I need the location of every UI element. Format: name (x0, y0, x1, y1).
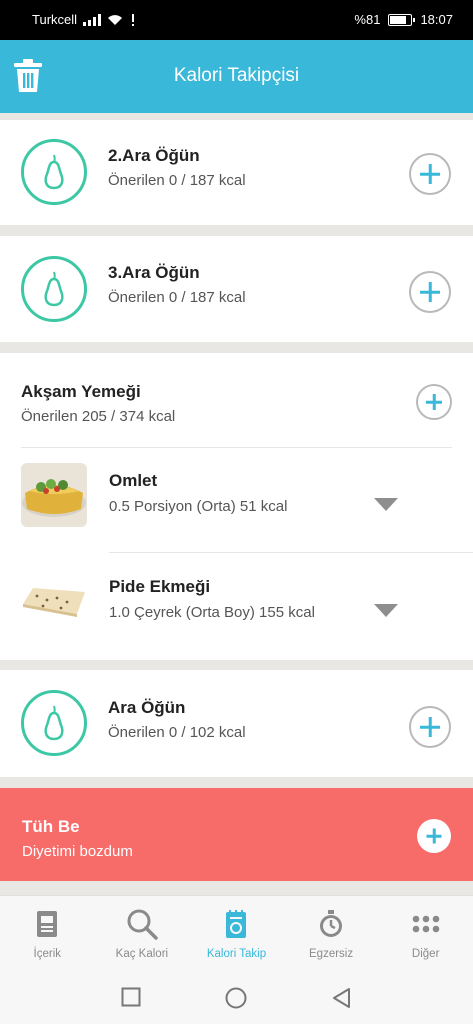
pear-icon (21, 139, 87, 205)
meal-calories: Önerilen 0 / 187 kcal (108, 172, 246, 189)
wifi-icon (108, 14, 123, 25)
signal-icon (83, 13, 102, 26)
bottom-navigation: İçerik Kaç Kalori Kalori Takip Egzersiz (0, 895, 473, 971)
meal-title: Ara Öğün (108, 698, 186, 717)
carrier-label: Turkcell (32, 12, 78, 27)
meal-card-snack-2[interactable]: 2.Ara Öğün Önerilen 0 / 187 kcal (0, 120, 473, 225)
status-bar: Turkcell %81 18:07 (0, 0, 473, 40)
meal-title: Akşam Yemeği (21, 382, 141, 401)
diet-broken-card[interactable]: Tüh Be Diyetimi bozdum (0, 788, 473, 881)
chevron-down-icon[interactable] (374, 604, 398, 617)
nav-item-more[interactable]: Diğer (378, 896, 473, 971)
food-name: Pide Ekmeği (109, 577, 211, 596)
app-header: Kalori Takipçisi (0, 40, 473, 113)
pita-bread-photo (21, 568, 87, 632)
content-icon (37, 911, 58, 937)
food-detail: 0.5 Porsiyon (Orta) 51 kcal (109, 498, 288, 515)
nav-label: Kalori Takip (206, 948, 267, 960)
page-title: Kalori Takipçisi (173, 65, 300, 86)
nav-label: Kaç Kalori (115, 948, 169, 960)
add-food-button[interactable] (409, 271, 451, 313)
more-icon (412, 915, 439, 933)
meal-calories: Önerilen 0 / 102 kcal (108, 724, 246, 741)
add-food-button[interactable] (409, 706, 451, 748)
add-button[interactable] (417, 819, 451, 853)
omelette-photo (21, 463, 87, 527)
nav-label: Diğer (411, 948, 440, 960)
nav-item-content[interactable]: İçerik (0, 896, 95, 971)
battery-percent: %81 (354, 12, 381, 27)
add-food-button[interactable] (409, 153, 451, 195)
nav-label: Egzersiz (309, 948, 354, 960)
chevron-down-icon[interactable] (374, 498, 398, 511)
back-icon[interactable] (331, 987, 351, 1009)
nav-item-calorie-tracker[interactable]: Kalori Takip (189, 896, 284, 971)
calorie-tracker-icon (226, 910, 247, 938)
food-detail: 1.0 Çeyrek (Orta Boy) 155 kcal (109, 604, 315, 621)
battery-icon (388, 13, 416, 26)
stopwatch-icon (320, 910, 343, 937)
recent-apps-icon[interactable] (121, 987, 141, 1007)
notification-icon (132, 13, 135, 26)
meal-calories: Önerilen 205 / 374 kcal (21, 408, 176, 425)
add-food-button[interactable] (416, 384, 452, 420)
divider (21, 447, 452, 448)
divider (109, 552, 473, 553)
pear-icon (21, 256, 87, 322)
meal-card-dinner: Akşam Yemeği Önerilen 205 / 374 kcal Oml… (0, 353, 473, 660)
home-icon[interactable] (225, 987, 247, 1009)
meal-title: 2.Ara Öğün (108, 146, 200, 165)
clock: 18:07 (420, 12, 453, 27)
meal-card-snack-3[interactable]: 3.Ara Öğün Önerilen 0 / 187 kcal (0, 236, 473, 342)
pear-icon (21, 690, 87, 756)
alert-title: Tüh Be (22, 817, 80, 836)
meal-calories: Önerilen 0 / 187 kcal (108, 289, 246, 306)
search-icon (127, 909, 158, 940)
nav-item-calorie-search[interactable]: Kaç Kalori (95, 896, 190, 971)
system-navigation-bar (0, 971, 473, 1024)
meal-card-snack[interactable]: Ara Öğün Önerilen 0 / 102 kcal (0, 670, 473, 777)
meal-title: 3.Ara Öğün (108, 263, 200, 282)
food-name: Omlet (109, 471, 158, 490)
nav-item-exercise[interactable]: Egzersiz (284, 896, 379, 971)
alert-subtitle: Diyetimi bozdum (22, 843, 133, 860)
nav-label: İçerik (33, 948, 62, 960)
